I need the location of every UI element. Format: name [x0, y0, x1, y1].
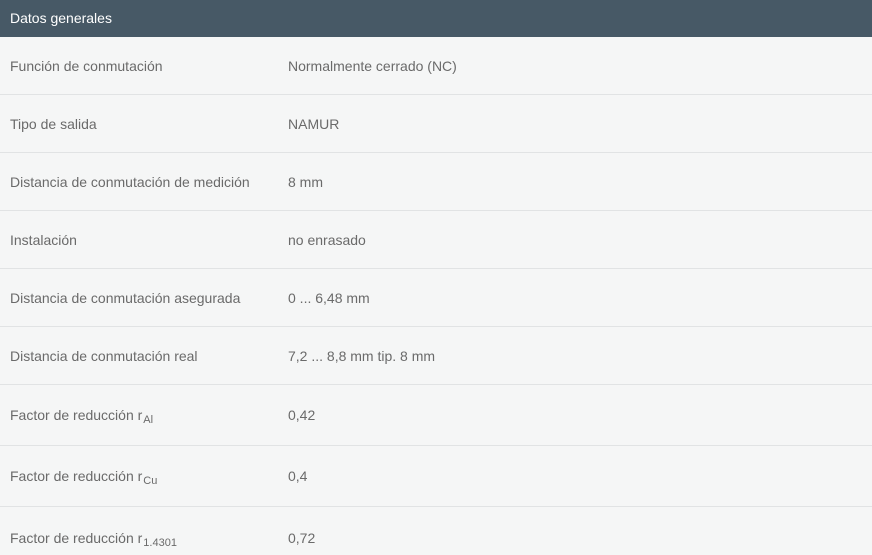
section-title: Datos generales — [10, 10, 112, 26]
row-value: 8 mm — [288, 173, 323, 190]
table-row: Factor de reducción r Cu 0,4 — [0, 446, 872, 507]
row-value: 0,72 — [288, 529, 316, 546]
table-row: Factor de reducción r 1.4301 0,72 — [0, 507, 872, 555]
table-row: Función de conmutación Normalmente cerra… — [0, 37, 872, 95]
row-value: no enrasado — [288, 231, 366, 248]
table-row: Distancia de conmutación asegurada 0 ...… — [0, 269, 872, 327]
row-value: 0,42 — [288, 407, 316, 423]
label-subscript: Cu — [143, 475, 158, 487]
row-value: NAMUR — [288, 115, 340, 132]
row-label: Distancia de conmutación asegurada — [10, 289, 241, 306]
row-label: Distancia de conmutación real — [10, 347, 198, 364]
row-label: Distancia de conmutación de medición — [10, 173, 250, 190]
table-row: Instalación no enrasado — [0, 211, 872, 269]
row-value: 0,4 — [288, 468, 308, 484]
table-row: Distancia de conmutación de medición 8 m… — [0, 153, 872, 211]
row-label: Tipo de salida — [10, 115, 97, 132]
label-subscript: 1.4301 — [143, 536, 177, 549]
row-value: 0 ... 6,48 mm — [288, 289, 370, 306]
row-label: Factor de reducción r Al — [10, 407, 154, 426]
row-label: Factor de reducción r Cu — [10, 468, 158, 487]
row-label: Función de conmutación — [10, 57, 163, 74]
row-value: 7,2 ... 8,8 mm tip. 8 mm — [288, 347, 436, 364]
section-header[interactable]: Datos generales — [0, 0, 872, 37]
general-data-panel: Datos generales Función de conmutación N… — [0, 0, 872, 555]
row-value: Normalmente cerrado (NC) — [288, 57, 457, 74]
label-subscript: Al — [143, 414, 154, 426]
row-label: Instalación — [10, 231, 77, 248]
table-row: Distancia de conmutación real 7,2 ... 8,… — [0, 327, 872, 385]
row-label: Factor de reducción r 1.4301 — [10, 529, 177, 549]
table-row: Tipo de salida NAMUR — [0, 95, 872, 153]
table-row: Factor de reducción r Al 0,42 — [0, 385, 872, 446]
